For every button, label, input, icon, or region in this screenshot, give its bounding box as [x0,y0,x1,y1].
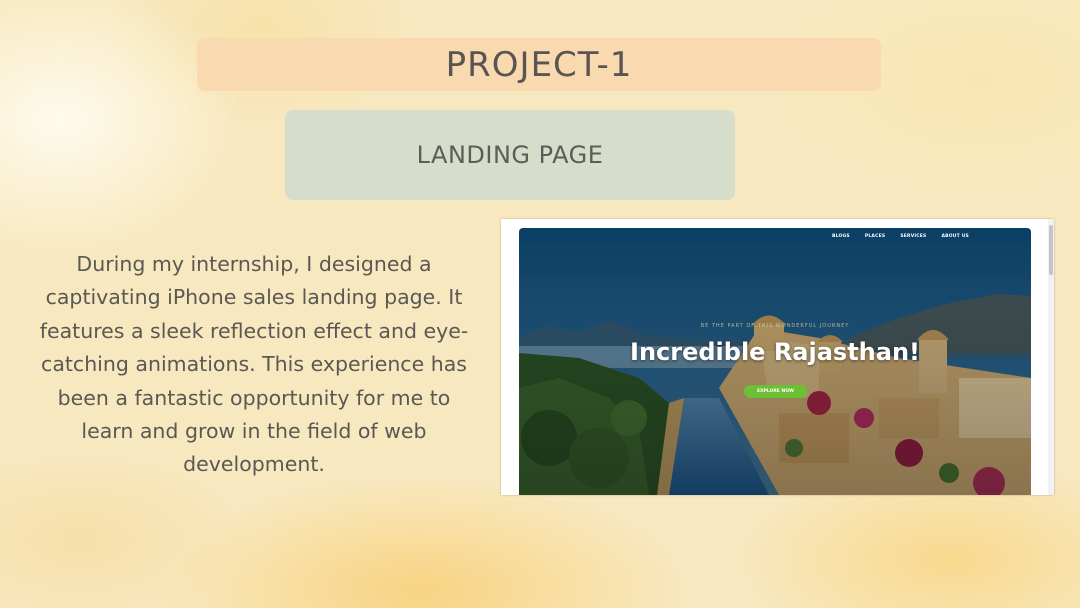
project-description: During my internship, I designed a capti… [39,252,469,477]
explore-now-button[interactable]: EXPLORE NOW [744,385,807,398]
project-title: PROJECT-1 [197,38,881,91]
preview-scrollbar[interactable] [1048,219,1054,495]
nav-about-us[interactable]: ABOUT US [941,234,969,239]
nav-services[interactable]: SERVICES [900,234,926,239]
scrollbar-thumb[interactable] [1049,225,1053,275]
project-subtitle: LANDING PAGE [285,110,735,200]
landing-page-screenshot: BLOGS PLACES SERVICES ABOUT US BE THE PA… [501,219,1054,495]
nav-places[interactable]: PLACES [865,234,885,239]
top-nav: BLOGS PLACES SERVICES ABOUT US [832,234,969,239]
hero-title: Incredible Rajasthan! [630,338,920,366]
hero-tagline: BE THE PART OF THIS WONDERFUL JOURNEY [700,323,850,329]
nav-blogs[interactable]: BLOGS [832,234,850,239]
hero-section: BLOGS PLACES SERVICES ABOUT US BE THE PA… [519,228,1031,495]
